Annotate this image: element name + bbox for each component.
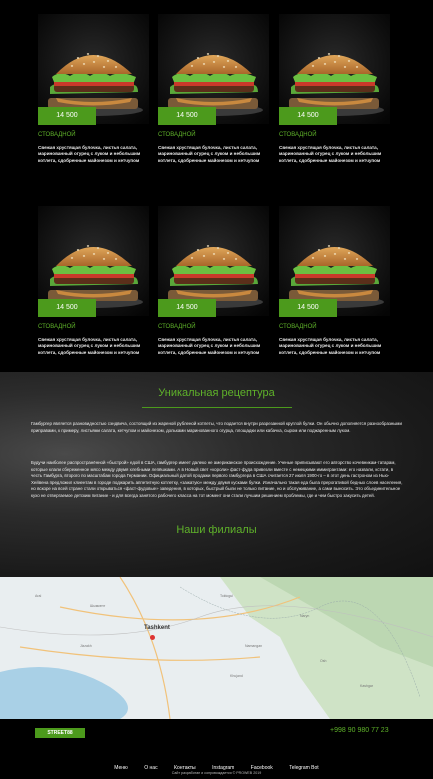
price-badge: 14 500: [279, 107, 337, 125]
price-badge: 14 500: [279, 299, 337, 317]
branches-title: Наши филиалы: [176, 524, 257, 536]
recipe-paragraph: Будучи наиболее распространённой «быстро…: [31, 460, 403, 498]
product-category: СТОВАДНОЙ: [279, 132, 317, 138]
product-category: СТОВАДНОЙ: [38, 324, 76, 330]
product-category: СТОВАДНОЙ: [158, 324, 196, 330]
footer: STREET88 +998 90 980 77 23 Меню О нас Ко…: [0, 719, 433, 779]
product-category: СТОВАДНОЙ: [38, 132, 76, 138]
branches-map[interactable]: Aral Шымкент Toktogul Naryn Namangan Osh Jiz…: [0, 577, 433, 719]
price-badge: 14 500: [38, 107, 96, 125]
svg-text:Toktogul: Toktogul: [220, 594, 233, 598]
svg-text:Aral: Aral: [35, 594, 41, 598]
recipe-title: Уникальная рецептура: [158, 387, 275, 399]
svg-text:Jizzakh: Jizzakh: [80, 644, 92, 648]
map-pin-icon[interactable]: [150, 635, 155, 640]
product-category: СТОВАДНОЙ: [279, 324, 317, 330]
footer-phone[interactable]: +998 90 980 77 23: [330, 727, 389, 734]
product-description: Свежая хрустящая булочка, листья салата,…: [279, 145, 382, 163]
svg-text:Шымкент: Шымкент: [90, 604, 106, 608]
recipe-paragraph: Гамбургер является разновидностью сэндви…: [31, 421, 402, 433]
city-label: Tashkent: [144, 625, 170, 631]
svg-text:Osh: Osh: [320, 659, 326, 663]
recipe-section: Уникальная рецептура Гамбургер является …: [0, 372, 433, 577]
svg-text:Khujand: Khujand: [230, 674, 243, 678]
svg-text:Namangan: Namangan: [245, 644, 262, 648]
product-category: СТОВАДНОЙ: [158, 132, 196, 138]
price-badge: 14 500: [158, 299, 216, 317]
product-description: Свежая хрустящая булочка, листья салата,…: [38, 145, 141, 163]
product-grid: 14 500 СТОВАДНОЙ Свежая хрустящая булочк…: [0, 0, 433, 372]
copyright: Сайт разработан и сопровождается © PROWE…: [171, 771, 262, 775]
product-description: Свежая хрустящая булочка, листья салата,…: [158, 145, 261, 163]
product-description: Свежая хрустящая булочка, листья салата,…: [279, 337, 382, 355]
price-badge: 14 500: [158, 107, 216, 125]
title-underline: [142, 407, 292, 408]
footer-logo[interactable]: STREET88: [35, 728, 85, 738]
product-description: Свежая хрустящая булочка, листья салата,…: [158, 337, 261, 355]
price-badge: 14 500: [38, 299, 96, 317]
svg-text:Naryn: Naryn: [300, 614, 309, 618]
svg-text:Kashgar: Kashgar: [360, 684, 374, 688]
product-description: Свежая хрустящая булочка, листья салата,…: [38, 337, 141, 355]
